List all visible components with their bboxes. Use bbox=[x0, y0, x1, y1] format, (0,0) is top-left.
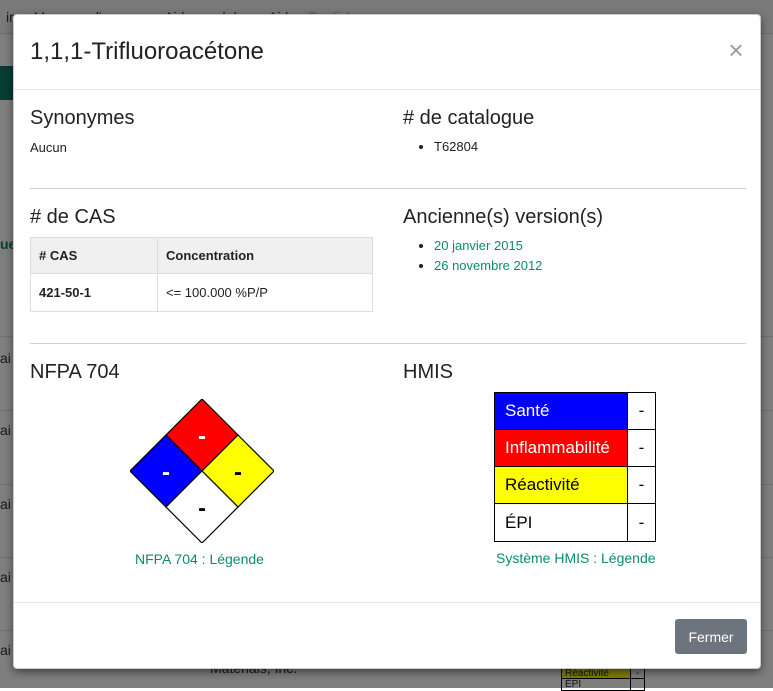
hmis-legend-link[interactable]: Système HMIS : Légende bbox=[496, 550, 656, 566]
table-row: 421-50-1 <= 100.000 %P/P bbox=[30, 273, 373, 312]
cas-number: 421-50-1 bbox=[30, 273, 158, 312]
cas-table: # CAS Concentration 421-50-1 <= 100.000 … bbox=[30, 237, 373, 312]
synonyms-value: Aucun bbox=[30, 140, 67, 155]
section-divider bbox=[30, 188, 746, 189]
hmis-row-ppe: ÉPI - bbox=[495, 504, 655, 541]
old-versions-list: 20 janvier 2015 26 novembre 2012 bbox=[416, 236, 542, 276]
catalogue-heading: # de catalogue bbox=[403, 107, 535, 129]
old-version-link[interactable]: 20 janvier 2015 bbox=[434, 238, 523, 253]
column-header-cas: # CAS bbox=[30, 237, 158, 274]
hmis-value: - bbox=[627, 393, 655, 429]
modal-title: 1,1,1-Trifluoroacétone bbox=[30, 38, 264, 65]
hmis-label: Réactivité bbox=[495, 467, 627, 503]
section-divider bbox=[30, 343, 746, 344]
column-header-concentration: Concentration bbox=[157, 237, 373, 274]
nfpa-instability-value: - bbox=[234, 459, 242, 486]
nfpa-health-value: - bbox=[162, 459, 170, 486]
hmis-value: - bbox=[627, 467, 655, 503]
nfpa-diamond: - - - - bbox=[130, 399, 274, 543]
close-icon[interactable]: × bbox=[724, 37, 748, 63]
concentration-value: <= 100.000 %P/P bbox=[157, 273, 373, 312]
cas-heading: # de CAS bbox=[30, 206, 116, 228]
nfpa-special-value: - bbox=[198, 495, 206, 522]
synonyms-heading: Synonymes bbox=[30, 107, 135, 129]
modal-header: 1,1,1-Trifluoroacétone × bbox=[14, 15, 760, 90]
hmis-label: Inflammabilité bbox=[495, 430, 627, 466]
hmis-row-flammability: Inflammabilité - bbox=[495, 430, 655, 467]
hmis-table: Santé - Inflammabilité - Réactivité - ÉP… bbox=[494, 392, 656, 542]
nfpa-flammability-value: - bbox=[198, 423, 206, 450]
hmis-label: Santé bbox=[495, 393, 627, 429]
hmis-row-reactivity: Réactivité - bbox=[495, 467, 655, 504]
catalogue-list: T62804 bbox=[416, 137, 478, 157]
catalogue-number: T62804 bbox=[434, 137, 478, 157]
old-version-link[interactable]: 26 novembre 2012 bbox=[434, 258, 542, 273]
nfpa-legend-link[interactable]: NFPA 704 : Légende bbox=[135, 551, 264, 567]
hmis-heading: HMIS bbox=[403, 361, 453, 383]
hmis-value: - bbox=[627, 430, 655, 466]
table-header-row: # CAS Concentration bbox=[30, 237, 373, 274]
chemical-details-modal: 1,1,1-Trifluoroacétone × Synonymes Aucun… bbox=[13, 14, 761, 669]
hmis-value: - bbox=[627, 504, 655, 541]
hmis-label: ÉPI bbox=[495, 504, 627, 541]
modal-footer: Fermer bbox=[14, 602, 760, 668]
old-versions-heading: Ancienne(s) version(s) bbox=[403, 206, 604, 228]
nfpa-heading: NFPA 704 bbox=[30, 361, 120, 383]
hmis-row-health: Santé - bbox=[495, 393, 655, 430]
close-button[interactable]: Fermer bbox=[675, 619, 747, 654]
